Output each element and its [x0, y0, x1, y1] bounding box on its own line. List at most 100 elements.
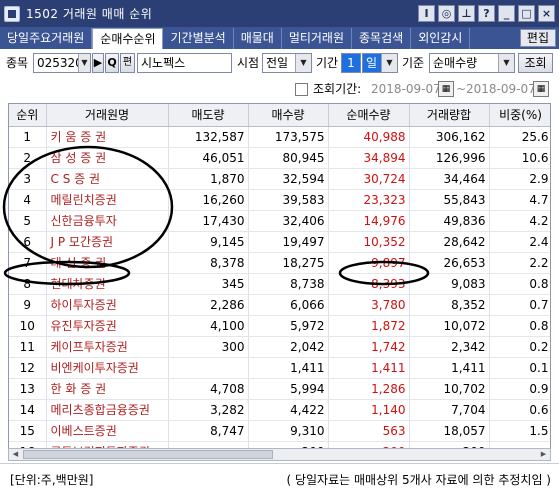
- scroll-left-icon[interactable]: ◀: [9, 449, 22, 460]
- period-unit-select[interactable]: 일 ▼: [362, 53, 398, 73]
- table-row[interactable]: 9 하이투자증권 2,286 6,066 3,780 8,352 0.7: [9, 294, 550, 316]
- minimize-button[interactable]: _: [498, 5, 515, 22]
- table-row[interactable]: 2삼 성 증 권 46,051 80,945 34,894 126,996 10.6: [9, 147, 550, 169]
- tab-period-analysis[interactable]: 기간별분석: [163, 28, 234, 49]
- broker-name-cell: 하이투자증권: [46, 294, 169, 316]
- chevron-down-icon[interactable]: ▼: [78, 54, 90, 72]
- tab-multi-broker[interactable]: 멀티거래원: [282, 28, 353, 49]
- sell-volume-cell: 8,747: [168, 420, 249, 442]
- col-header-weight[interactable]: 비중(%): [489, 104, 550, 127]
- broker-name-cell: 키 움 증 권: [46, 126, 169, 148]
- rank-cell: 3: [9, 168, 47, 190]
- weight-cell: 10.6: [489, 147, 550, 169]
- period-query-checkbox[interactable]: [295, 83, 308, 96]
- net-buy-cell: 1,286: [328, 378, 410, 400]
- rank-cell: 7: [9, 252, 47, 274]
- tab-foreign-watch[interactable]: 외인감시: [411, 28, 471, 49]
- basis-select-value: 순매수량: [433, 56, 478, 70]
- tab-net-buy-ranking[interactable]: 순매수순위: [92, 28, 164, 49]
- filter-row: 종목 025320 ▼ ▶ Q 편 시노펙스 시점 전일 ▼ 기간 1 일 ▼ …: [0, 50, 559, 77]
- broker-name-cell: C S 증 권: [46, 168, 169, 190]
- date-separator: ~: [456, 82, 467, 96]
- table-row[interactable]: 10 유진투자증권 4,100 5,972 1,872 10,072 0.8: [9, 315, 550, 337]
- sell-volume-cell: 46,051: [168, 147, 249, 169]
- stock-code-input[interactable]: 025320 ▼: [33, 53, 91, 73]
- table-row[interactable]: 4 메릴린치증권 16,260 39,583 23,323 55,843 4.7: [9, 189, 550, 211]
- basis-select[interactable]: 순매수량 ▼: [429, 53, 515, 73]
- rank-cell: 9: [9, 294, 47, 316]
- table-row[interactable]: 8 현대차증권 345 8,738 8,393 9,083 0.8: [9, 273, 550, 295]
- tab-volume-profile[interactable]: 매물대: [234, 28, 282, 49]
- col-header-sell[interactable]: 매도량: [168, 104, 249, 127]
- edit-button[interactable]: 편집: [519, 29, 556, 47]
- calendar-icon[interactable]: ▦: [438, 81, 454, 97]
- table-row[interactable]: 11 케이프투자증권 300 2,042 1,742 2,342 0.2: [9, 336, 550, 358]
- buy-volume-cell: 80,945: [248, 147, 329, 169]
- broker-name-cell: 이베스트증권: [46, 420, 169, 442]
- net-buy-cell: 1,742: [328, 336, 410, 358]
- pin-button[interactable]: ⊥: [458, 5, 475, 22]
- calendar-icon[interactable]: ▦: [533, 81, 549, 97]
- total-volume-cell: 10,702: [409, 378, 490, 400]
- tab-daily-brokers[interactable]: 당일주요거래원: [0, 28, 93, 49]
- rank-cell: 8: [9, 273, 47, 295]
- chart-icon[interactable]: 편: [120, 53, 135, 73]
- next-arrow-button[interactable]: ▶: [92, 53, 104, 73]
- broker-name-cell: 현대차증권: [46, 273, 169, 295]
- table-row[interactable]: 14 메리츠종합금융증권 3,282 4,422 1,140 7,704 0.6: [9, 399, 550, 421]
- period-value-field[interactable]: 1: [341, 53, 361, 73]
- close-button[interactable]: ×: [538, 5, 555, 22]
- broker-name-cell: 유진투자증권: [46, 315, 169, 337]
- maximize-button[interactable]: □: [518, 5, 535, 22]
- table-row[interactable]: 15 이베스트증권 8,747 9,310 563 18,057 1.5: [9, 420, 550, 442]
- table-row[interactable]: 12 비엔케이투자증권 1,411 1,411 1,411 0.1: [9, 357, 550, 379]
- col-header-rank[interactable]: 순위: [9, 104, 47, 127]
- broker-name-cell: 삼 성 증 권: [46, 147, 169, 169]
- period-unit-value: 일: [366, 56, 378, 70]
- app-icon: [4, 5, 20, 22]
- net-buy-cell: 8,393: [328, 273, 410, 295]
- search-icon[interactable]: Q: [105, 53, 119, 73]
- total-volume-cell: 2,342: [409, 336, 490, 358]
- table-row[interactable]: 6J P 모간증권 9,145 19,497 10,352 28,642 2.4: [9, 231, 550, 253]
- table-row[interactable]: 1키 움 증 권 132,587 173,575 40,988 306,162 25.6: [9, 126, 550, 148]
- table-row[interactable]: 7대 신 증 권 8,378 18,275 9,897 26,653 2.2: [9, 252, 550, 274]
- weight-cell: 25.6: [489, 126, 550, 148]
- rank-cell: 10: [9, 315, 47, 337]
- weight-cell: 0.7: [489, 294, 550, 316]
- time-select[interactable]: 전일 ▼: [262, 53, 312, 73]
- scroll-thumb[interactable]: [23, 450, 273, 459]
- chevron-down-icon[interactable]: ▼: [381, 54, 397, 72]
- title-bar: 1502 거래원 매매 순위 I ◎ ⊥ ? _ □ ×: [0, 0, 559, 27]
- net-buy-cell: 3,780: [328, 294, 410, 316]
- tab-stock-search[interactable]: 종목검색: [352, 28, 412, 49]
- broker-name-cell: J P 모간증권: [46, 231, 169, 253]
- stock-name-field[interactable]: 시노펙스: [137, 53, 232, 73]
- table-row[interactable]: 5 신한금융투자 17,430 32,406 14,976 49,836 4.2: [9, 210, 550, 232]
- chevron-down-icon[interactable]: ▼: [498, 54, 514, 72]
- chevron-down-icon[interactable]: ▼: [295, 54, 311, 72]
- net-buy-cell: 23,323: [328, 189, 410, 211]
- query-button[interactable]: 조회: [518, 53, 553, 73]
- horizontal-scrollbar[interactable]: ◀ ▶: [8, 448, 551, 461]
- date-to-field[interactable]: 2018-09-07: [466, 79, 536, 99]
- period-label: 기간: [316, 56, 339, 70]
- buy-volume-cell: 18,275: [248, 252, 329, 274]
- help-button[interactable]: ?: [478, 5, 495, 22]
- col-header-buy[interactable]: 매수량: [248, 104, 329, 127]
- scroll-right-icon[interactable]: ▶: [537, 449, 550, 460]
- net-buy-cell: 563: [328, 420, 410, 442]
- col-header-net-buy[interactable]: 순매수량: [328, 104, 410, 127]
- buy-volume-cell: 6,066: [248, 294, 329, 316]
- info-button[interactable]: I: [418, 5, 435, 22]
- net-buy-cell: 1,411: [328, 357, 410, 379]
- table-row[interactable]: 3C S 증 권 1,870 32,594 30,724 34,464 2.9: [9, 168, 550, 190]
- col-header-total[interactable]: 거래량합: [409, 104, 490, 127]
- weight-cell: 2.4: [489, 231, 550, 253]
- buy-volume-cell: 39,583: [248, 189, 329, 211]
- date-from-field[interactable]: 2018-09-07: [371, 79, 441, 99]
- table-row[interactable]: 13 한 화 증 권 4,708 5,994 1,286 10,702 0.9: [9, 378, 550, 400]
- net-buy-cell: 9,897: [328, 252, 410, 274]
- link-button[interactable]: ◎: [438, 5, 455, 22]
- col-header-broker[interactable]: 거래원명: [46, 104, 169, 127]
